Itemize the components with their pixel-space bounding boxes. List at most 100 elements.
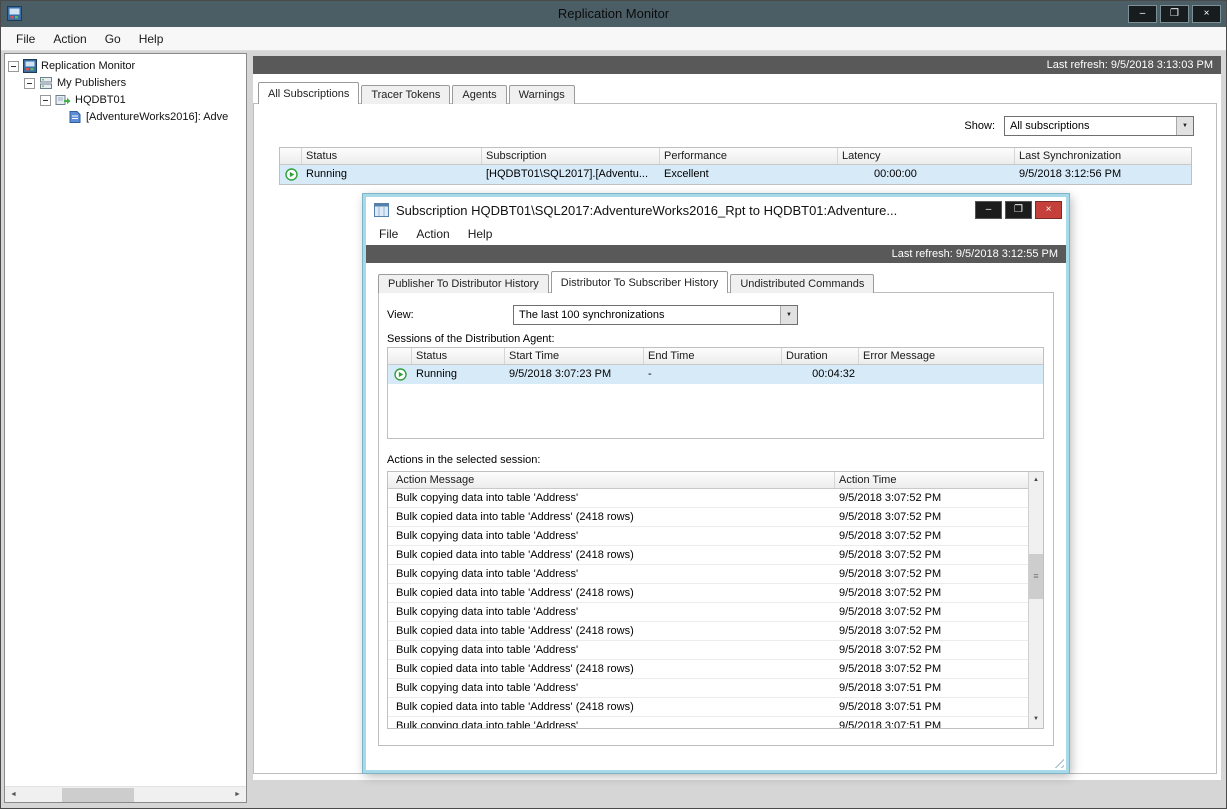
tab-agents[interactable]: Agents [452,85,506,104]
subscriptions-table: Status Subscription Performance Latency … [279,147,1192,185]
menu-go[interactable]: Go [96,29,130,49]
scroll-down-icon[interactable]: ▼ [1029,712,1043,727]
publisher-server-icon [55,93,71,107]
action-row[interactable]: Bulk copying data into table 'Address' 9… [388,641,1028,660]
column-header-performance[interactable]: Performance [660,148,838,164]
menu-action[interactable]: Action [44,29,95,49]
tab-all-subscriptions[interactable]: All Subscriptions [258,82,359,104]
action-time-cell: 9/5/2018 3:07:51 PM [835,698,1028,716]
action-row[interactable]: Bulk copied data into table 'Address' (2… [388,546,1028,565]
column-header-action-time[interactable]: Action Time [835,472,1028,488]
scroll-left-icon[interactable]: ◄ [6,788,21,802]
resize-grip[interactable] [1051,755,1064,768]
menu-file[interactable]: File [7,29,44,49]
last-sync-cell: 9/5/2018 3:12:56 PM [1015,165,1193,184]
sessions-table-header: Status Start Time End Time Duration Erro… [388,348,1043,365]
action-time-cell: 9/5/2018 3:07:52 PM [835,584,1028,602]
column-header-end-time[interactable]: End Time [644,348,782,364]
column-header-last-synchronization[interactable]: Last Synchronization [1015,148,1193,164]
subscriptions-table-header: Status Subscription Performance Latency … [280,148,1191,165]
close-button[interactable]: × [1192,5,1221,23]
action-row[interactable]: Bulk copying data into table 'Address' 9… [388,565,1028,584]
action-row[interactable]: Bulk copied data into table 'Address' (2… [388,698,1028,717]
column-header-start-time[interactable]: Start Time [505,348,644,364]
collapse-icon[interactable] [8,61,19,72]
column-header-subscription[interactable]: Subscription [482,148,660,164]
tab-warnings[interactable]: Warnings [509,85,575,104]
show-dropdown[interactable]: All subscriptions ▼ [1004,116,1194,136]
actions-vertical-scrollbar[interactable]: ▲ ≡ ▼ [1028,472,1043,728]
session-row[interactable]: Running 9/5/2018 3:07:23 PM - 00:04:32 [388,365,1043,384]
column-header-error-message[interactable]: Error Message [859,348,1043,364]
dialog-maximize-button[interactable]: ❐ [1005,201,1032,219]
action-row[interactable]: Bulk copying data into table 'Address' 9… [388,717,1028,728]
tab-undistributed-commands[interactable]: Undistributed Commands [730,274,874,293]
column-header-duration[interactable]: Duration [782,348,859,364]
collapse-icon[interactable] [24,78,35,89]
column-header-icon[interactable] [388,348,412,364]
menu-help[interactable]: Help [130,29,173,49]
column-header-icon[interactable] [280,148,302,164]
distributor-to-subscriber-tab-page: View: The last 100 synchronizations ▼ Se… [378,292,1054,746]
status-cell: Running [412,365,505,384]
tab-tracer-tokens[interactable]: Tracer Tokens [361,85,450,104]
action-row[interactable]: Bulk copying data into table 'Address' 9… [388,527,1028,546]
scroll-right-icon[interactable]: ► [230,788,245,802]
show-row: Show: All subscriptions ▼ [964,116,1194,136]
subscription-row[interactable]: Running [HQDBT01\SQL2017].[Adventu... Ex… [280,165,1191,184]
dialog-close-button[interactable]: × [1035,201,1062,219]
running-icon [280,168,302,181]
tree-panel: Replication Monitor My Publishers [4,53,247,803]
action-time-cell: 9/5/2018 3:07:52 PM [835,641,1028,659]
action-row[interactable]: Bulk copied data into table 'Address' (2… [388,660,1028,679]
action-message-cell: Bulk copied data into table 'Address' (2… [388,698,835,716]
column-header-status[interactable]: Status [412,348,505,364]
action-row[interactable]: Bulk copying data into table 'Address' 9… [388,603,1028,622]
tree-horizontal-scrollbar[interactable]: ◄ ► [5,786,246,802]
tab-distributor-to-subscriber-history[interactable]: Distributor To Subscriber History [551,271,729,293]
dialog-menubar: File Action Help [366,223,1066,245]
tab-publisher-to-distributor-history[interactable]: Publisher To Distributor History [378,274,549,293]
column-header-action-message[interactable]: Action Message [388,472,835,488]
tree-item-my-publishers[interactable]: My Publishers [5,75,246,91]
dialog-menu-action[interactable]: Action [407,224,458,244]
action-message-cell: Bulk copied data into table 'Address' (2… [388,660,835,678]
action-time-cell: 9/5/2018 3:07:52 PM [835,622,1028,640]
action-row[interactable]: Bulk copying data into table 'Address' 9… [388,489,1028,508]
replication-monitor-icon [23,59,37,73]
view-dropdown[interactable]: The last 100 synchronizations ▼ [513,305,798,325]
tree-item-replication-monitor[interactable]: Replication Monitor [5,58,246,74]
scroll-up-icon[interactable]: ▲ [1029,473,1043,488]
dialog-menu-help[interactable]: Help [459,224,502,244]
titlebar[interactable]: Replication Monitor – ❐ × [1,1,1226,27]
action-message-cell: Bulk copying data into table 'Address' [388,565,835,583]
chevron-down-icon[interactable]: ▼ [780,306,797,324]
minimize-button[interactable]: – [1128,5,1157,23]
column-header-latency[interactable]: Latency [838,148,1015,164]
tree-item-publication[interactable]: [AdventureWorks2016]: Adve [5,109,246,125]
tree-item-hqdbt01[interactable]: HQDBT01 [5,92,246,108]
window-controls: – ❐ × [1128,5,1221,23]
action-row[interactable]: Bulk copied data into table 'Address' (2… [388,622,1028,641]
action-row[interactable]: Bulk copied data into table 'Address' (2… [388,508,1028,527]
column-header-status[interactable]: Status [302,148,482,164]
actions-table: Action Message Action Time Bulk copying … [387,471,1044,729]
replication-monitor-icon [7,6,22,21]
subscription-cell: [HQDBT01\SQL2017].[Adventu... [482,165,660,184]
action-message-cell: Bulk copied data into table 'Address' (2… [388,622,835,640]
publication-icon [68,110,82,124]
show-label: Show: [964,120,995,132]
dialog-tab-strip: Publisher To Distributor History Distrib… [378,272,876,293]
dialog-titlebar[interactable]: Subscription HQDBT01\SQL2017:AdventureWo… [366,197,1066,223]
actions-list: Bulk copying data into table 'Address' 9… [388,489,1028,728]
action-row[interactable]: Bulk copying data into table 'Address' 9… [388,679,1028,698]
dialog-menu-file[interactable]: File [370,224,407,244]
maximize-button[interactable]: ❐ [1160,5,1189,23]
chevron-down-icon[interactable]: ▼ [1176,117,1193,135]
collapse-icon[interactable] [40,95,51,106]
publishers-icon [39,76,53,90]
scrollbar-thumb[interactable]: ≡ [1029,554,1043,599]
scrollbar-thumb[interactable] [62,788,134,802]
action-row[interactable]: Bulk copied data into table 'Address' (2… [388,584,1028,603]
dialog-minimize-button[interactable]: – [975,201,1002,219]
